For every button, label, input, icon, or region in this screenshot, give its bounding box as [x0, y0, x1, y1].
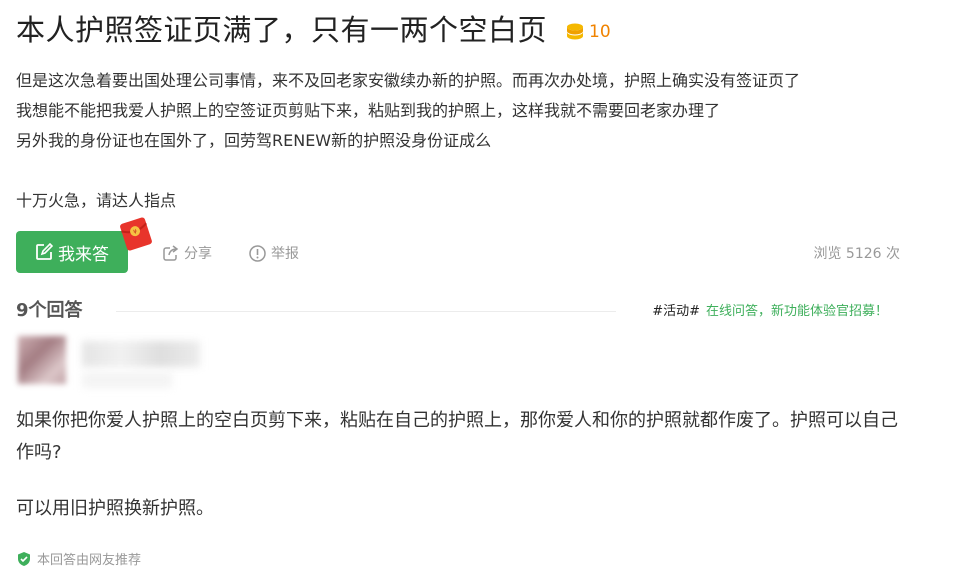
answer-paragraph: 如果你把你爱人护照上的空白页剪下来，粘贴在自己的护照上，那你爱人和你的护照就都作… — [16, 410, 898, 463]
question-title: 本人护照签证页满了，只有一两个空白页 — [16, 13, 548, 47]
answers-header: 9个回答 #活动# 在线问答，新功能体验官招募！ — [16, 296, 896, 326]
answer-content: 如果你把你爱人护照上的空白页剪下来，粘贴在自己的护照上，那你爱人和你的护照就都作… — [16, 405, 906, 525]
promo-text: 在线问答，新功能体验官招募！ — [705, 304, 888, 319]
report-label: 举报 — [271, 246, 299, 262]
report-button[interactable]: 举报 — [249, 243, 299, 263]
promo-link[interactable]: #活动# 在线问答，新功能体验官招募！ — [652, 300, 888, 319]
view-count: 浏览 5126 次 — [813, 246, 900, 262]
answer-count: 9个回答 — [16, 300, 83, 321]
share-icon — [163, 244, 179, 261]
recommend-badge: 本回答由网友推荐 — [16, 549, 141, 568]
report-icon — [249, 244, 266, 262]
answer-button[interactable]: 我来答 — [16, 231, 128, 273]
answer-paragraph: 可以用旧护照换新护照。 — [16, 498, 214, 519]
share-button[interactable]: 分享 — [162, 243, 212, 263]
promo-tag: #活动# — [652, 304, 700, 319]
description-line: 我想能不能把我爱人护照上的空签证页剪贴下来，粘贴到我的护照上，这样我就不需要回老… — [16, 101, 721, 120]
coin-icon — [567, 23, 584, 40]
description-line: 但是这次急着要出国处理公司事情，来不及回老家安徽续办新的护照。而再次办处境，护照… — [16, 71, 801, 90]
avatar[interactable] — [18, 336, 66, 384]
edit-icon — [36, 243, 53, 260]
description-line: 另外我的身份证也在国外了，回劳驾RENEW新的护照没身份证成么 — [16, 131, 492, 150]
shield-check-icon — [18, 551, 30, 566]
answer-button-label: 我来答 — [58, 244, 109, 265]
user-meta-blurred — [82, 372, 172, 388]
question-actions: 我来答 ¥ 分享 举报 浏览 5126 次 — [16, 217, 900, 273]
divider — [116, 311, 616, 312]
reward-badge: 10 — [565, 22, 611, 42]
username-blurred — [82, 341, 200, 367]
share-label: 分享 — [184, 246, 212, 262]
reward-value: 10 — [589, 22, 611, 42]
description-closing: 十万火急，请达人指点 — [16, 191, 177, 210]
question-header: 本人护照签证页满了，只有一两个空白页 10 — [16, 10, 611, 50]
question-description: 但是这次急着要出国处理公司事情，来不及回老家安徽续办新的护照。而再次办处境，护照… — [16, 66, 916, 216]
recommend-text: 本回答由网友推荐 — [37, 553, 142, 568]
